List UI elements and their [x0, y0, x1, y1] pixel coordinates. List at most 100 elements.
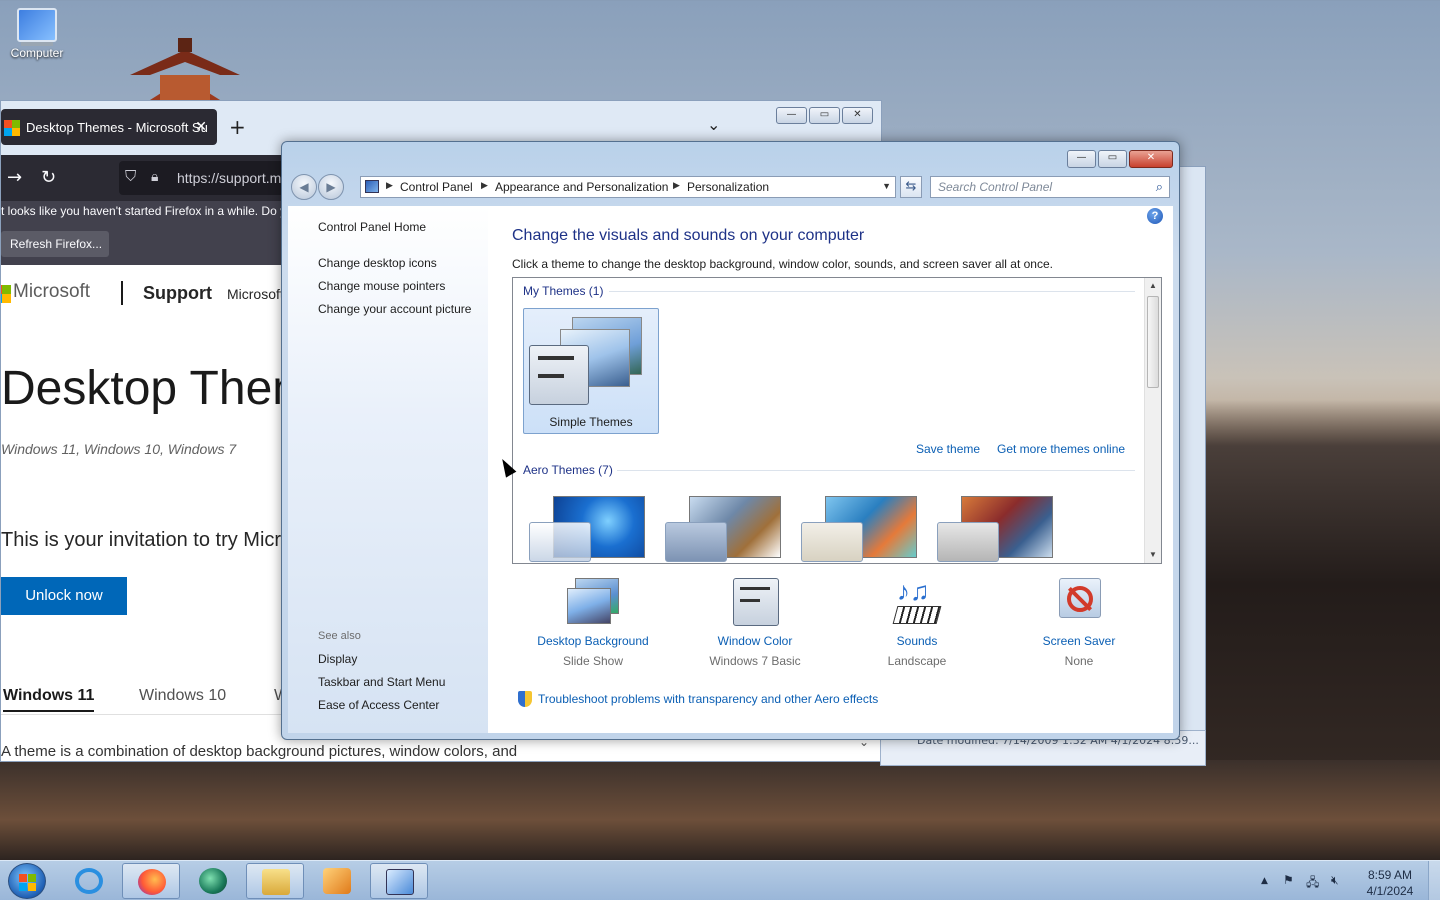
theme-window-thumbnail: [801, 522, 863, 562]
control-panel-home-link[interactable]: Control Panel Home: [318, 220, 426, 234]
theme-simple-themes[interactable]: Simple Themes: [523, 308, 659, 434]
theme-landscapes[interactable]: [933, 492, 1055, 562]
breadcrumb-arrow-icon[interactable]: ▶: [481, 180, 488, 191]
nav-link-microsoft[interactable]: Microsoft: [227, 286, 284, 302]
support-link[interactable]: Support: [143, 283, 212, 304]
scroll-down-icon[interactable]: ▼: [1149, 550, 1157, 559]
taskbar-explorer[interactable]: [246, 863, 304, 899]
breadcrumb-appearance[interactable]: Appearance and Personalization: [495, 180, 668, 194]
control-panel-window: — ▭ ✕ ◀ ▶ ▶ Control Panel ▶ Appearance a…: [281, 141, 1180, 740]
see-also-label: See also: [318, 630, 361, 642]
clock-date: 4/1/2024: [1366, 884, 1414, 898]
close-button[interactable]: ✕: [842, 107, 873, 124]
breadcrumb-arrow-icon[interactable]: ▶: [386, 180, 393, 191]
forward-icon[interactable]: →: [7, 167, 22, 188]
media-center-icon: [199, 868, 227, 894]
sounds-option[interactable]: ♪♫ Sounds Landscape: [852, 576, 982, 668]
show-hidden-icons-icon[interactable]: ▲: [1261, 876, 1268, 886]
taskbar-control-panel[interactable]: [370, 863, 428, 899]
display-link[interactable]: Display: [318, 652, 357, 666]
url-text: https://support.m: [177, 170, 282, 186]
taskbar: ▲ ⚑ 🖧︎ 🔇︎ 8:59 AM 4/1/2024: [0, 860, 1440, 900]
scrollbar-thumb[interactable]: [1147, 296, 1159, 388]
save-theme-link[interactable]: Save theme: [916, 442, 980, 456]
taskbar-internet-explorer[interactable]: [60, 863, 118, 899]
change-account-picture-link[interactable]: Change your account picture: [318, 302, 471, 316]
microsoft-logo-icon: [1, 285, 11, 303]
theme-characters[interactable]: [797, 492, 919, 562]
lock-icon[interactable]: 🔒︎: [151, 168, 158, 185]
refresh-button[interactable]: ⇆: [900, 176, 922, 198]
themes-scrollbar[interactable]: ▲ ▼: [1144, 278, 1161, 563]
theme-architecture[interactable]: [661, 492, 783, 562]
desktop-background-option[interactable]: Desktop Background Slide Show: [528, 578, 658, 668]
close-button[interactable]: ✕: [1129, 150, 1173, 168]
action-center-flag-icon[interactable]: ⚑: [1283, 873, 1294, 887]
control-panel-icon: [365, 180, 379, 193]
back-button[interactable]: ◀: [291, 174, 317, 200]
search-icon[interactable]: ⌕: [1156, 179, 1163, 195]
theme-window-thumbnail: [665, 522, 727, 562]
logo-divider: [121, 281, 123, 305]
breadcrumb-personalization[interactable]: Personalization: [687, 180, 769, 194]
forward-button[interactable]: ▶: [318, 174, 344, 200]
taskbar-firefox[interactable]: [122, 863, 180, 899]
taskbar-start-menu-link[interactable]: Taskbar and Start Menu: [318, 675, 445, 689]
theme-window-thumbnail: [529, 345, 589, 405]
browser-tab[interactable]: Desktop Themes - Microsoft Su ✕: [1, 109, 217, 145]
pagoda-scenery: [130, 38, 240, 105]
volume-muted-icon[interactable]: 🔇︎: [1331, 873, 1339, 888]
aero-themes-header: Aero Themes (7): [523, 463, 613, 477]
search-input[interactable]: Search Control Panel ⌕: [930, 176, 1170, 198]
address-bar[interactable]: ▶ Control Panel ▶ Appearance and Persona…: [360, 176, 896, 198]
close-tab-icon[interactable]: ✕: [195, 118, 207, 135]
personalization-main: Change the visuals and sounds on your co…: [512, 206, 1172, 733]
screen-saver-option[interactable]: Screen Saver None: [1014, 578, 1144, 668]
applies-to: Windows 11, Windows 10, Windows 7: [1, 441, 237, 457]
invitation-text: This is your invitation to try Micr: [1, 529, 282, 551]
explorer-icon: [262, 869, 290, 895]
maximize-button[interactable]: ▭: [1098, 150, 1127, 168]
theme-name: Simple Themes: [549, 415, 633, 429]
change-mouse-pointers-link[interactable]: Change mouse pointers: [318, 279, 445, 293]
minimize-button[interactable]: —: [1067, 150, 1096, 168]
window-color-icon: [729, 578, 781, 628]
firefox-window-controls: — ▭ ✕: [776, 107, 873, 124]
new-tab-button[interactable]: +: [229, 115, 246, 139]
breadcrumb-control-panel[interactable]: Control Panel: [400, 180, 473, 194]
cp-window-controls: — ▭ ✕: [1067, 150, 1173, 168]
address-dropdown-icon[interactable]: ▼: [882, 181, 891, 191]
ease-of-access-link[interactable]: Ease of Access Center: [318, 698, 439, 712]
desktop-background-icon: [567, 578, 619, 628]
tab-windows-11[interactable]: Windows 11: [3, 687, 95, 712]
show-desktop-button[interactable]: [1428, 861, 1440, 900]
refresh-firefox-button[interactable]: Refresh Firefox...: [1, 231, 109, 257]
theme-windows-7[interactable]: [525, 492, 647, 562]
tracking-shield-icon[interactable]: ⛉: [125, 168, 136, 185]
change-desktop-icons-link[interactable]: Change desktop icons: [318, 256, 437, 270]
start-button[interactable]: [8, 863, 46, 899]
breadcrumb-arrow-icon[interactable]: ▶: [673, 180, 680, 191]
desktop-icon-computer[interactable]: Computer: [6, 8, 68, 60]
troubleshoot-aero-link[interactable]: Troubleshoot problems with transparency …: [518, 691, 878, 707]
window-color-option[interactable]: Window Color Windows 7 Basic: [690, 578, 820, 668]
reload-icon[interactable]: ↻: [41, 167, 56, 188]
themes-list[interactable]: My Themes (1) Simple Themes Save theme G…: [512, 277, 1162, 564]
network-icon[interactable]: 🖧︎: [1306, 873, 1319, 894]
minimize-button[interactable]: —: [776, 107, 807, 124]
scroll-up-icon[interactable]: ▲: [1149, 281, 1157, 290]
system-clock[interactable]: 8:59 AM 4/1/2024: [1358, 867, 1422, 899]
theme-window-thumbnail: [529, 522, 591, 562]
group-divider: [617, 470, 1135, 471]
taskbar-media-center[interactable]: [184, 863, 242, 899]
page-title: Change the visuals and sounds on your co…: [512, 227, 865, 244]
tab-windows-10[interactable]: Windows 10: [139, 687, 226, 705]
taskbar-media-player[interactable]: [308, 863, 366, 899]
unlock-now-button[interactable]: Unlock now: [1, 577, 127, 615]
get-more-themes-link[interactable]: Get more themes online: [997, 442, 1125, 456]
notice-text: t looks like you haven't started Firefox…: [1, 204, 287, 218]
media-player-icon: [323, 868, 351, 894]
maximize-button[interactable]: ▭: [809, 107, 840, 124]
list-tabs-chevron-icon[interactable]: ⌄: [707, 115, 720, 134]
cp-sidebar: Control Panel Home Change desktop icons …: [288, 206, 488, 733]
